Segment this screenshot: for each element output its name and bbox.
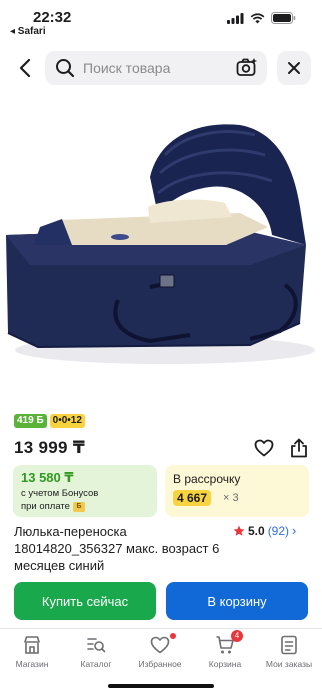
tab-label-shop: Магазин xyxy=(15,659,49,669)
bonus-caption: с учетом Бонусов xyxy=(21,488,99,499)
battery-icon xyxy=(271,12,296,24)
add-to-cart-button[interactable]: В корзину xyxy=(166,582,308,620)
tab-label-catalog: Каталог xyxy=(80,659,112,669)
installment-amount: 4 667 xyxy=(173,490,212,506)
camera-search-icon[interactable] xyxy=(236,57,258,79)
wifi-icon xyxy=(250,12,265,23)
home-indicator xyxy=(108,684,214,688)
bonus-price-card[interactable]: 13 580 ₸ с учетом Бонусов при оплате Б xyxy=(13,465,157,517)
installment-card[interactable]: В рассрочку 4 667 × 3 xyxy=(165,465,309,517)
back-to-safari-link[interactable]: ◂ Safari xyxy=(10,26,46,37)
product-image[interactable] xyxy=(0,95,322,405)
tab-favorites[interactable]: Избранное xyxy=(128,633,192,669)
tab-orders[interactable]: Мои заказы xyxy=(257,635,321,669)
bonus-coin-icon: Б xyxy=(72,501,85,512)
tab-catalog[interactable]: Каталог xyxy=(64,635,128,669)
orders-icon xyxy=(281,635,297,655)
product-badges: 419 Б 0•0•12 xyxy=(14,414,85,428)
chevron-left-icon xyxy=(19,58,31,78)
share-icon[interactable] xyxy=(290,438,308,458)
catalog-search-icon xyxy=(87,638,106,653)
favorites-dot xyxy=(170,633,176,639)
close-icon xyxy=(288,62,300,74)
tab-shop[interactable]: Магазин xyxy=(0,635,64,669)
bonus-price: 13 580 ₸ xyxy=(21,470,74,485)
tab-cart[interactable]: 4 Корзина xyxy=(193,630,257,669)
rating-value: 5.0 xyxy=(248,523,265,538)
tab-label-cart: Корзина xyxy=(208,659,242,669)
baby-carrier-image xyxy=(6,124,315,364)
tab-label-orders: Мои заказы xyxy=(265,659,313,669)
bonus-badge-text: 419 Б xyxy=(17,415,44,426)
signal-icon xyxy=(227,12,244,24)
system-indicators xyxy=(227,12,296,24)
installment-title: В рассрочку xyxy=(173,472,241,486)
back-button[interactable] xyxy=(12,54,38,82)
cart-count-badge: 4 xyxy=(231,630,243,642)
search-placeholder: Поиск товара xyxy=(83,60,171,76)
close-button[interactable] xyxy=(277,51,311,85)
buy-now-button[interactable]: Купить сейчас xyxy=(14,582,156,620)
search-icon xyxy=(56,59,75,78)
installment-multiplier: × 3 xyxy=(223,492,239,504)
heart-icon[interactable] xyxy=(254,439,274,457)
price-row: 13 999 ₸ xyxy=(14,438,310,462)
bonus-badge: 419 Б xyxy=(14,414,47,428)
search-input[interactable]: Поиск товара xyxy=(45,51,267,85)
product-rating[interactable]: 5.0 (92) › xyxy=(233,523,296,538)
search-header: Поиск товара xyxy=(0,48,322,88)
bonus-caption-payment: при оплате Б xyxy=(21,501,85,512)
heart-icon xyxy=(150,636,170,654)
chevron-right-icon: › xyxy=(292,523,297,538)
star-icon xyxy=(233,525,245,536)
product-title: Люлька-переноска 18014820_356327 макс. в… xyxy=(14,524,220,573)
installment-badge: 0•0•12 xyxy=(49,414,85,428)
status-time: 22:32 xyxy=(33,9,72,26)
bonus-caption-payment-text: при оплате xyxy=(21,501,70,512)
rating-count: (92) xyxy=(267,523,290,538)
installment-badge-text: 0•0•12 xyxy=(52,415,82,426)
shop-icon xyxy=(24,636,40,654)
status-bar: 22:32 ◂ Safari xyxy=(0,0,322,40)
tab-label-favorites: Избранное xyxy=(138,659,182,669)
